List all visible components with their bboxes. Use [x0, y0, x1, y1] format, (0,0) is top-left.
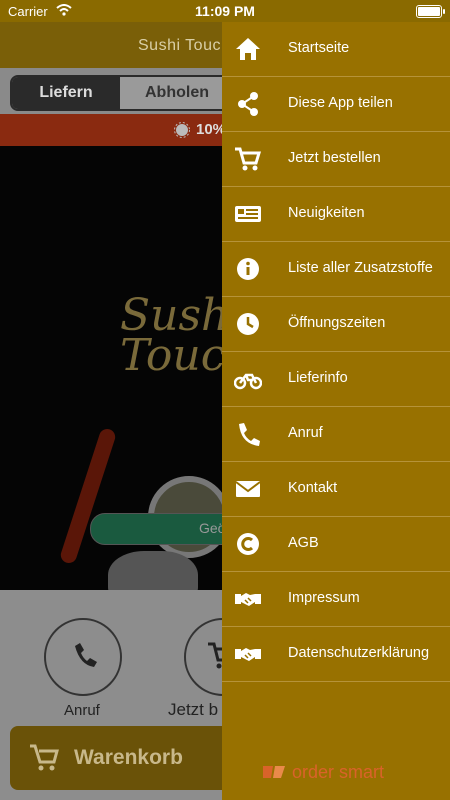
- drawer-item-label: Impressum: [288, 590, 360, 606]
- app-title: Sushi Touch: [138, 37, 231, 54]
- battery-icon: [416, 5, 445, 18]
- drawer-item-terms[interactable]: AGB: [222, 517, 450, 572]
- envelope-icon: [235, 481, 261, 497]
- navigation-drawer: Startseite Diese App teilen Jetzt bestel…: [222, 22, 450, 800]
- order-now-label: Jetzt b: [168, 700, 219, 719]
- drawer-item-opening-hours[interactable]: Öffnungszeiten: [222, 297, 450, 352]
- drawer-item-delivery-info[interactable]: Lieferinfo: [222, 352, 450, 407]
- drawer-item-label: Öffnungszeiten: [288, 315, 386, 331]
- drawer-item-imprint[interactable]: Impressum: [222, 572, 450, 627]
- handshake-icon: [235, 648, 261, 661]
- copyright-icon: [237, 533, 259, 555]
- drawer-item-label: AGB: [288, 535, 319, 551]
- cart-icon: [30, 744, 59, 771]
- brand-logo: order smart: [262, 760, 412, 784]
- drawer-item-label: Kontakt: [288, 480, 338, 496]
- cart-label: Warenkorb: [74, 746, 183, 769]
- hero-decoration: [108, 551, 198, 590]
- badge-icon: [174, 122, 190, 138]
- drawer-item-label: Startseite: [288, 40, 350, 56]
- clock-icon: [237, 313, 259, 335]
- restaurant-logo: Sushi Touch: [120, 290, 230, 381]
- drawer-item-call[interactable]: Anruf: [222, 407, 450, 462]
- drawer-item-label: Datenschutzerklärung: [288, 645, 430, 661]
- call-label: Anruf: [64, 702, 100, 719]
- brand-name: order smart: [292, 762, 385, 782]
- drawer-item-order[interactable]: Jetzt bestellen: [222, 132, 450, 187]
- drawer-item-additives[interactable]: Liste aller Zusatzstoffe: [222, 242, 450, 297]
- cart-icon: [235, 147, 262, 171]
- cart-button[interactable]: Warenkorb: [10, 726, 230, 790]
- home-icon: [236, 38, 260, 60]
- news-icon: [235, 206, 261, 222]
- handshake-icon: [235, 593, 261, 606]
- drawer-item-contact[interactable]: Kontakt: [222, 462, 450, 517]
- clock: 11:09 PM: [195, 3, 255, 19]
- hero-image: Sushi Touch Geö: [0, 146, 230, 590]
- drawer-item-label: Anruf: [288, 425, 323, 441]
- phone-icon: [75, 643, 97, 667]
- drawer-item-news[interactable]: Neuigkeiten: [222, 187, 450, 242]
- order-smart-logo-icon: [263, 766, 285, 778]
- drawer-item-label: Lieferinfo: [288, 370, 348, 386]
- phone-icon: [239, 423, 260, 446]
- drawer-item-privacy[interactable]: Datenschutzerklärung: [222, 627, 450, 682]
- status-bar: Carrier 11:09 PM: [0, 0, 450, 22]
- motorbike-icon: [234, 373, 262, 390]
- pickup-tab[interactable]: Abholen: [122, 77, 232, 109]
- drawer-item-label: Liste aller Zusatzstoffe: [288, 260, 433, 276]
- delivery-tab[interactable]: Liefern: [12, 77, 120, 109]
- share-icon: [238, 92, 258, 116]
- info-icon: [237, 258, 259, 280]
- drawer-item-label: Diese App teilen: [288, 95, 393, 111]
- call-button[interactable]: [44, 618, 122, 696]
- order-mode-toggle[interactable]: Liefern Abholen: [10, 75, 234, 111]
- drawer-item-label: Neuigkeiten: [288, 205, 365, 221]
- open-status-pill: Geö: [90, 513, 230, 545]
- drawer-item-label: Jetzt bestellen: [288, 150, 381, 166]
- drawer-item-home[interactable]: Startseite: [222, 22, 450, 77]
- drawer-item-share[interactable]: Diese App teilen: [222, 77, 450, 132]
